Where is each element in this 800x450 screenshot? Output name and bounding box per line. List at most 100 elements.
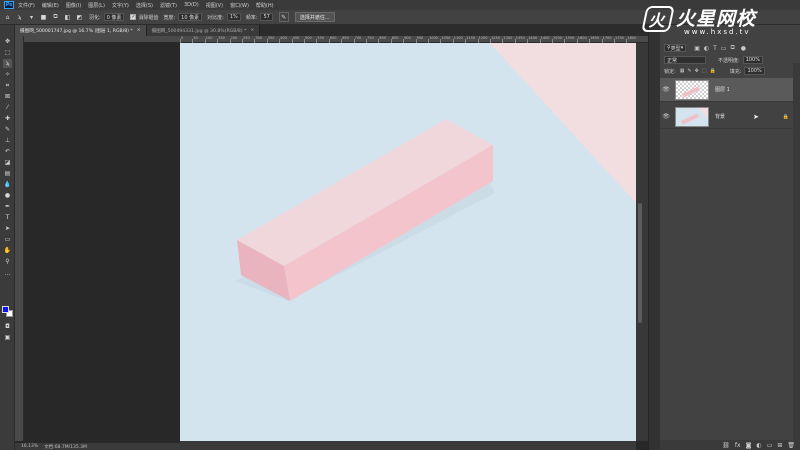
ruler-label: 50 xyxy=(193,36,198,40)
gradient-tool-icon[interactable]: ▤ xyxy=(3,169,12,178)
link-layers-icon[interactable]: ⛓ xyxy=(722,442,730,449)
feather-input[interactable]: 0 像素 xyxy=(103,13,125,21)
clone-stamp-tool-icon[interactable]: ⊥ xyxy=(3,136,12,145)
menu-help[interactable]: 帮助(H) xyxy=(256,2,274,9)
filter-pixel-icon[interactable]: ▣ xyxy=(694,45,700,52)
lock-paint-icon[interactable]: ✎ xyxy=(687,68,691,74)
add-mask-icon[interactable]: ◙ xyxy=(746,442,752,449)
frequency-input[interactable]: 57 xyxy=(260,13,273,21)
ruler-label: 450 xyxy=(292,36,300,40)
layer-name[interactable]: 背景 xyxy=(715,113,725,120)
healing-brush-tool-icon[interactable]: ✚ xyxy=(3,114,12,123)
trash-icon[interactable]: 🗑 xyxy=(787,442,795,449)
new-layer-icon[interactable]: ⊞ xyxy=(777,442,782,449)
crop-tool-icon[interactable]: ⌗ xyxy=(3,81,12,90)
shape-tool-icon[interactable]: ▭ xyxy=(3,235,12,244)
opacity-input[interactable]: 100% xyxy=(742,56,763,64)
pink-paper-corner xyxy=(490,43,636,203)
path-selection-tool-icon[interactable]: ➤ xyxy=(3,224,12,233)
image-canvas[interactable] xyxy=(180,43,636,443)
menu-view[interactable]: 视图(V) xyxy=(206,2,223,9)
menu-image[interactable]: 图像(I) xyxy=(66,2,81,9)
type-tool-icon[interactable]: T xyxy=(3,213,12,222)
close-icon[interactable]: × xyxy=(250,28,254,33)
ruler-label: 850 xyxy=(391,36,399,40)
screen-mode-icon[interactable]: ▣ xyxy=(3,333,12,342)
marquee-tool-icon[interactable]: ⬚ xyxy=(3,48,12,57)
lock-all-icon[interactable]: 🔒 xyxy=(710,68,716,74)
eyedropper-tool-icon[interactable]: ⁄ xyxy=(3,103,12,112)
filter-smart-icon[interactable]: ⧉ xyxy=(730,44,734,52)
antialias-checkbox[interactable]: ✓ xyxy=(130,14,137,20)
frame-tool-icon[interactable]: ⊠ xyxy=(3,92,12,101)
contrast-input[interactable]: 1% xyxy=(226,13,241,21)
opacity-label: 不透明度: xyxy=(718,57,740,64)
lasso-tool-icon[interactable]: ϡ xyxy=(3,59,12,68)
tab-document-1[interactable]: 摄图网_500001747.jpg @ 16.7% (图层 1, RGB/8) … xyxy=(15,25,147,36)
lock-position-icon[interactable]: ✥ xyxy=(695,68,699,74)
menu-select[interactable]: 选择(S) xyxy=(136,2,153,9)
close-icon[interactable]: × xyxy=(137,28,141,33)
menu-3d[interactable]: 3D(D) xyxy=(184,2,199,8)
menu-window[interactable]: 窗口(W) xyxy=(230,2,249,9)
pen-pressure-icon[interactable]: ✎ xyxy=(278,12,289,22)
ruler-label: 1700 xyxy=(602,36,612,40)
ruler-label: 950 xyxy=(416,36,424,40)
filter-type-icon[interactable]: T xyxy=(713,45,717,52)
zoom-tool-icon[interactable]: ⚲ xyxy=(3,257,12,266)
history-brush-tool-icon[interactable]: ↶ xyxy=(3,147,12,156)
brush-tool-icon[interactable]: ✎ xyxy=(3,125,12,134)
menu-edit[interactable]: 编辑(E) xyxy=(42,2,59,9)
kind-filter-select[interactable]: ⚲ 类型 ▾ xyxy=(664,44,687,52)
menu-file[interactable]: 文件(F) xyxy=(18,2,35,9)
filter-shape-icon[interactable]: ▭ xyxy=(721,45,727,52)
fill-input[interactable]: 100% xyxy=(744,67,765,75)
status-bar: 16.13% 文档:68.7M/135.3M xyxy=(15,443,636,450)
eraser-tool-icon[interactable]: ◪ xyxy=(3,158,12,167)
hand-tool-icon[interactable]: ✋ xyxy=(3,246,12,255)
menu-layer[interactable]: 图层(L) xyxy=(88,2,105,9)
filter-toggle-icon[interactable]: ● xyxy=(741,45,746,52)
blend-mode-select[interactable]: 正常 xyxy=(664,56,706,64)
ruler-label: 250 xyxy=(243,36,250,40)
new-group-icon[interactable]: ▭ xyxy=(767,442,773,449)
layer-style-icon[interactable]: fx xyxy=(735,442,741,449)
width-input[interactable]: 10 像素 xyxy=(178,13,203,21)
new-selection-icon[interactable]: ■ xyxy=(39,13,48,22)
more-tools-icon[interactable]: ··· xyxy=(3,271,12,280)
menu-type[interactable]: 文字(Y) xyxy=(112,2,129,9)
select-and-mask-button[interactable]: 选择并遮住... xyxy=(294,12,335,22)
filter-adjust-icon[interactable]: ◐ xyxy=(704,45,709,52)
eye-icon[interactable]: 👁 xyxy=(660,113,672,120)
scroll-thumb[interactable] xyxy=(638,203,642,323)
quick-mask-icon[interactable]: ◘ xyxy=(3,322,12,331)
eye-icon[interactable]: 👁 xyxy=(660,86,672,93)
dodge-tool-icon[interactable]: ● xyxy=(3,191,12,200)
pen-tool-icon[interactable]: ✒ xyxy=(3,202,12,211)
intersect-selection-icon[interactable]: ◩ xyxy=(75,13,84,22)
blur-tool-icon[interactable]: 💧 xyxy=(3,180,12,189)
home-icon[interactable]: ⌂ xyxy=(3,13,12,22)
thumb-block xyxy=(680,112,700,125)
ruler-label: 1500 xyxy=(553,36,562,40)
tab-document-2[interactable]: 摄图网_500494331.jpg @ 30.8%(RGB/8) * × xyxy=(146,25,261,36)
layer-name[interactable]: 图层 1 xyxy=(715,86,730,93)
quick-select-tool-icon[interactable]: ✧ xyxy=(3,70,12,79)
layer-row[interactable]: 👁 图层 1 xyxy=(660,78,793,102)
add-selection-icon[interactable]: ⧉ xyxy=(51,13,60,22)
chevron-down-icon[interactable]: ▾ xyxy=(27,13,36,22)
foreground-color-swatch[interactable] xyxy=(2,306,9,313)
lock-icon[interactable]: 🔒 xyxy=(783,114,789,120)
menu-filter[interactable]: 滤镜(T) xyxy=(160,2,177,9)
lock-artboard-icon[interactable]: ⬚ xyxy=(702,68,707,74)
layer-row[interactable]: 👁 背景 ➤ 🔒 xyxy=(660,105,793,129)
move-tool-icon[interactable]: ✥ xyxy=(3,37,12,46)
layers-scrollbar[interactable] xyxy=(793,63,800,440)
zoom-level[interactable]: 16.13% xyxy=(21,444,38,449)
lock-pixels-icon[interactable]: ▦ xyxy=(680,68,685,74)
adjustment-layer-icon[interactable]: ◐ xyxy=(756,442,761,449)
vertical-scrollbar[interactable] xyxy=(636,43,648,441)
magnetic-lasso-tool-icon[interactable]: ϡ xyxy=(15,13,24,22)
ruler-label: 0 xyxy=(181,36,184,40)
subtract-selection-icon[interactable]: ◧ xyxy=(63,13,72,22)
